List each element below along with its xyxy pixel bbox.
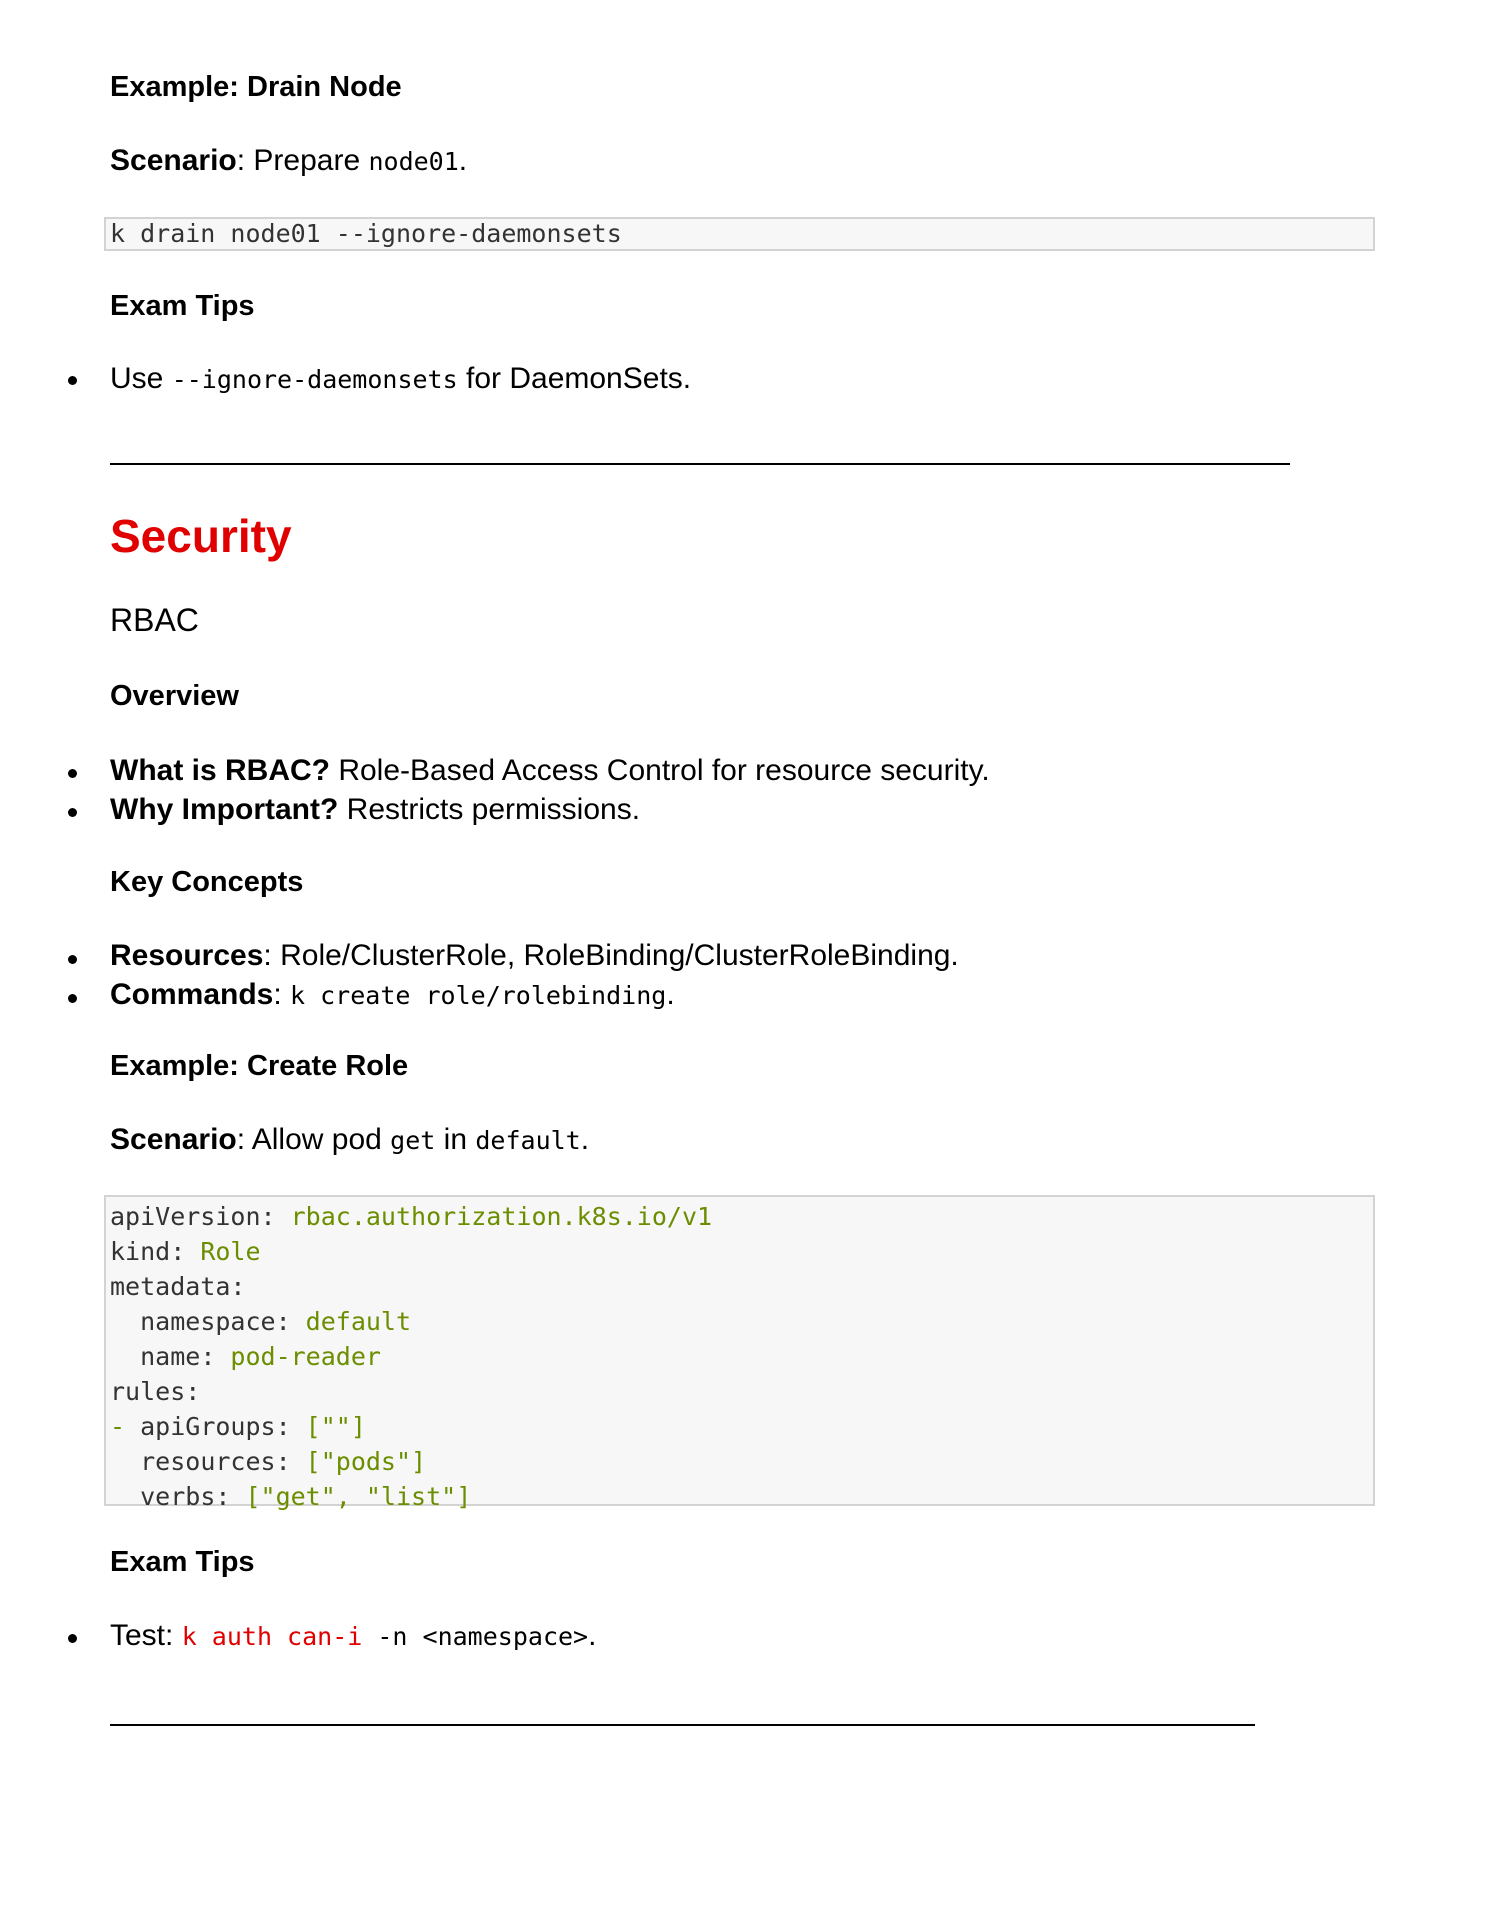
code-line: kind: Role xyxy=(110,1237,261,1266)
code-line: k drain node01 --ignore-daemonsets xyxy=(110,219,622,248)
bullet-icon xyxy=(68,955,77,964)
inline-code: get xyxy=(390,1126,436,1155)
code-line: verbs: ["get", "list"] xyxy=(140,1482,472,1511)
code-line: - apiGroups: [""] xyxy=(110,1412,366,1441)
code-line: namespace: default xyxy=(140,1307,412,1336)
inline-code: k create role/rolebinding xyxy=(290,981,667,1010)
code-line: name: pod-reader xyxy=(140,1342,381,1371)
drain-code-block: k drain node01 --ignore-daemonsets xyxy=(104,217,1375,251)
overview-item: What is RBAC? Role-Based Access Control … xyxy=(110,754,990,787)
drain-tips-heading: Exam Tips xyxy=(110,290,255,322)
bullet-icon xyxy=(68,808,77,817)
scenario-label: Scenario xyxy=(110,144,237,177)
horizontal-rule xyxy=(110,1724,1255,1726)
security-tip-item: Test: k auth can-i -n <namespace>. xyxy=(110,1619,597,1652)
concept-item: Resources: Role/ClusterRole, RoleBinding… xyxy=(110,939,959,972)
inline-code: -n <namespace> xyxy=(362,1622,589,1651)
inline-code: node01 xyxy=(368,147,459,176)
drain-tip-item: Use --ignore-daemonsets for DaemonSets. xyxy=(110,362,692,395)
inline-code: k auth can-i xyxy=(181,1622,363,1651)
concepts-heading: Key Concepts xyxy=(110,866,304,898)
inline-code: default xyxy=(475,1126,581,1155)
code-line: rules: xyxy=(110,1377,201,1406)
code-line: resources: ["pods"] xyxy=(140,1447,427,1476)
security-tips-heading: Exam Tips xyxy=(110,1546,255,1578)
section-title: Security xyxy=(110,510,292,562)
bullet-icon xyxy=(68,994,77,1003)
drain-example-heading: Example: Drain Node xyxy=(110,71,402,103)
create-role-heading: Example: Create Role xyxy=(110,1050,409,1082)
bullet-icon xyxy=(68,769,77,778)
document-page: Example: Drain Node Scenario: Prepare no… xyxy=(0,0,1487,1925)
yaml-code-block: apiVersion: rbac.authorization.k8s.io/v1… xyxy=(104,1195,1375,1511)
section-subtitle: RBAC xyxy=(110,602,199,638)
code-line: apiVersion: rbac.authorization.k8s.io/v1 xyxy=(110,1202,713,1231)
bullet-icon xyxy=(68,1634,77,1643)
horizontal-rule xyxy=(110,463,1290,465)
drain-scenario: Scenario: Prepare node01. xyxy=(110,144,468,177)
inline-code: --ignore-daemonsets xyxy=(171,365,458,394)
role-scenario: Scenario: Allow pod get in default. xyxy=(110,1123,590,1156)
overview-item: Why Important? Restricts permissions. xyxy=(110,793,641,826)
bullet-icon xyxy=(68,376,77,385)
concept-item: Commands: k create role/rolebinding. xyxy=(110,978,675,1011)
code-line: metadata: xyxy=(110,1272,246,1301)
overview-heading: Overview xyxy=(110,680,239,712)
